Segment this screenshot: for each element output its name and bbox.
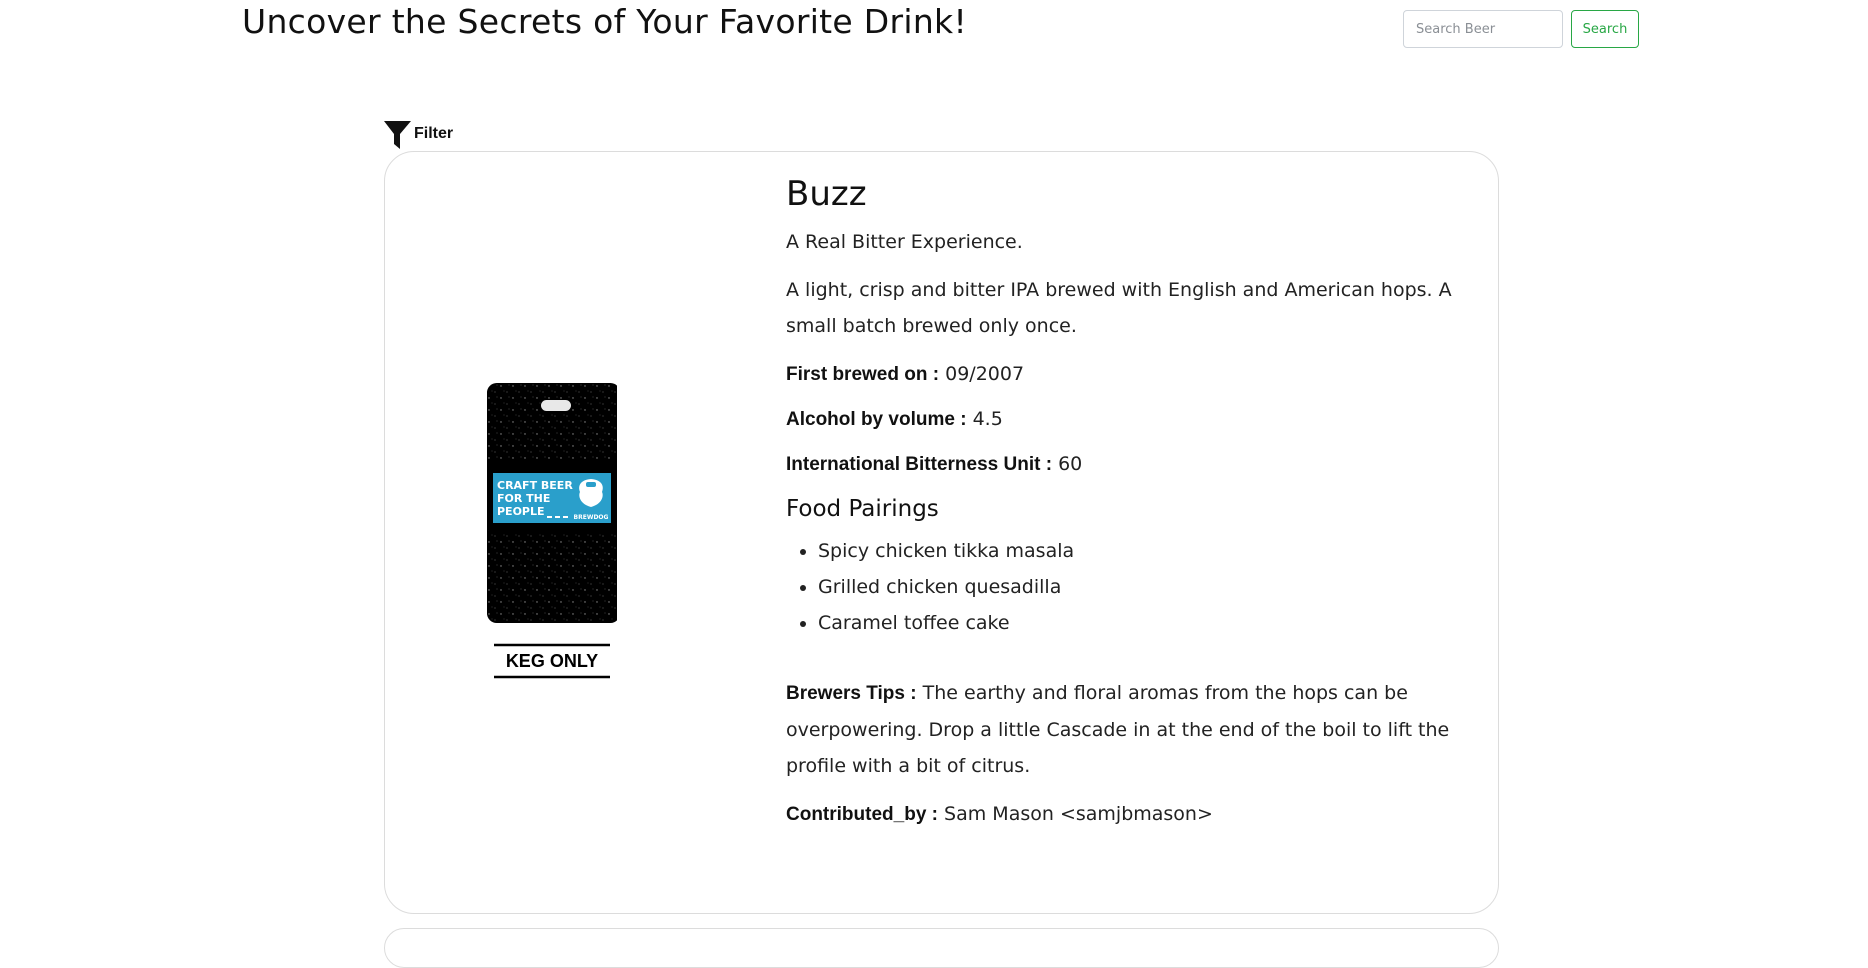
first-brewed-label: First brewed on :	[786, 364, 940, 385]
first-brewed-value: 09/2007	[945, 363, 1025, 385]
page-title: Uncover the Secrets of Your Favorite Dri…	[242, 2, 967, 41]
filter-label: Filter	[414, 125, 454, 142]
badge-text-line1: CRAFT BEER	[497, 479, 573, 492]
beer-description: A light, crisp and bitter IPA brewed wit…	[786, 279, 1452, 337]
beer-card: CRAFT BEER FOR THE PEOPLE BREWDOG KEG ON…	[384, 151, 1499, 914]
brewers-tips: Brewers Tips : The earthy and floral aro…	[786, 675, 1476, 784]
ibu: International Bitterness Unit : 60	[786, 450, 1476, 479]
ibu-value: 60	[1058, 453, 1083, 475]
food-pairing-item: Spicy chicken tikka masala	[818, 533, 1476, 569]
contributed-by-value: Sam Mason <samjbmason>	[944, 803, 1213, 825]
keg-only-label: KEG ONLY	[506, 651, 598, 671]
search-form: Search	[1403, 10, 1639, 48]
abv: Alcohol by volume : 4.5	[786, 405, 1476, 434]
beer-name: Buzz	[786, 174, 867, 214]
food-pairings-list: Spicy chicken tikka masala Grilled chick…	[786, 533, 1476, 641]
filter-toggle[interactable]: Filter	[383, 120, 453, 150]
food-pairing-item: Caramel toffee cake	[818, 605, 1476, 641]
contributed-by: Contributed_by : Sam Mason <samjbmason>	[786, 800, 1476, 829]
abv-value: 4.5	[972, 408, 1003, 430]
beer-details: Buzz A Real Bitter Experience. A light, …	[786, 172, 1476, 829]
brewers-tips-label: Brewers Tips :	[786, 683, 917, 704]
filter-icon	[384, 121, 411, 149]
ibu-label: International Bitterness Unit :	[786, 454, 1053, 475]
badge-text-line2: FOR THE	[497, 492, 550, 505]
search-button[interactable]: Search	[1571, 10, 1639, 48]
abv-label: Alcohol by volume :	[786, 409, 967, 430]
next-beer-card	[384, 928, 1499, 968]
badge-text-line3: PEOPLE	[497, 505, 545, 518]
search-input[interactable]	[1403, 10, 1563, 48]
food-pairing-item: Grilled chicken quesadilla	[818, 569, 1476, 605]
contributed-by-label: Contributed_by :	[786, 804, 938, 825]
beer-tagline: A Real Bitter Experience.	[786, 231, 1023, 253]
first-brewed: First brewed on : 09/2007	[786, 360, 1476, 389]
beer-image: CRAFT BEER FOR THE PEOPLE BREWDOG KEG ON…	[487, 383, 617, 679]
food-pairings-heading: Food Pairings	[786, 496, 939, 522]
brand-text: BREWDOG	[574, 514, 609, 521]
